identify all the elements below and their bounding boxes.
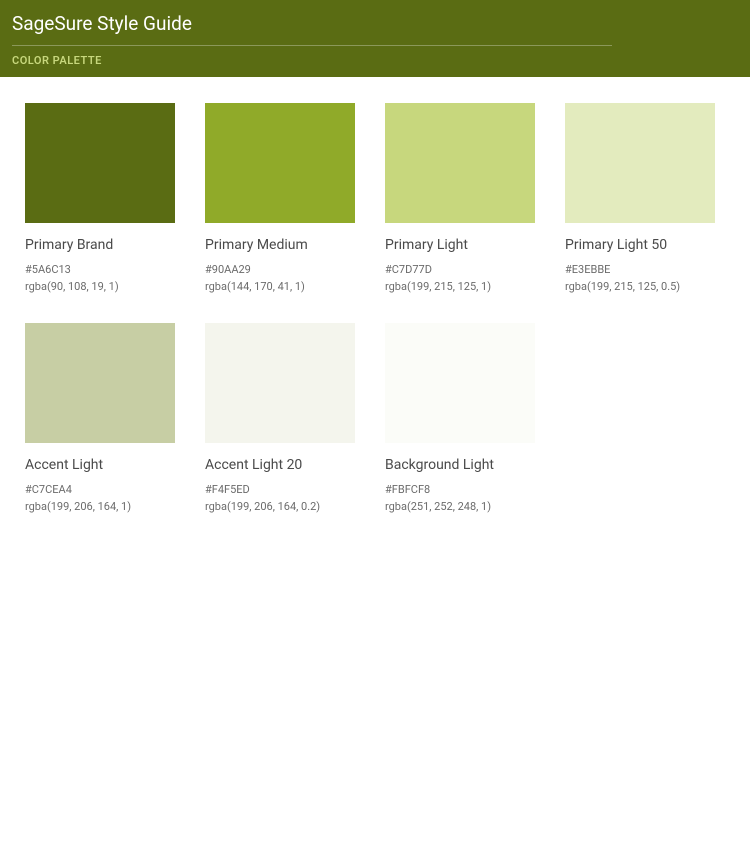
swatch-rgba: rgba(251, 252, 248, 1) (385, 500, 535, 513)
page-title: SageSure Style Guide (12, 12, 738, 45)
section-title: COLOR PALETTE (12, 54, 738, 67)
swatch-rgba: rgba(90, 108, 19, 1) (25, 280, 175, 293)
swatch-grid: Primary Brand #5A6C13 rgba(90, 108, 19, … (25, 103, 725, 513)
swatch-hex: #5A6C13 (25, 263, 175, 276)
swatch-hex: #F4F5ED (205, 483, 355, 496)
swatch-color (385, 103, 535, 223)
swatch-hex: #E3EBBE (565, 263, 715, 276)
swatch-name: Primary Brand (25, 237, 175, 253)
swatch-primary-light-50: Primary Light 50 #E3EBBE rgba(199, 215, … (565, 103, 715, 293)
swatch-name: Primary Medium (205, 237, 355, 253)
swatch-background-light: Background Light #FBFCF8 rgba(251, 252, … (385, 323, 535, 513)
header-divider (12, 45, 612, 46)
swatch-hex: #C7CEA4 (25, 483, 175, 496)
swatch-hex: #90AA29 (205, 263, 355, 276)
swatch-rgba: rgba(144, 170, 41, 1) (205, 280, 355, 293)
swatch-rgba: rgba(199, 215, 125, 1) (385, 280, 535, 293)
swatch-name: Background Light (385, 457, 535, 473)
swatch-primary-medium: Primary Medium #90AA29 rgba(144, 170, 41… (205, 103, 355, 293)
swatch-hex: #FBFCF8 (385, 483, 535, 496)
header: SageSure Style Guide COLOR PALETTE (0, 0, 750, 77)
swatch-primary-brand: Primary Brand #5A6C13 rgba(90, 108, 19, … (25, 103, 175, 293)
swatch-rgba: rgba(199, 206, 164, 0.2) (205, 500, 355, 513)
swatch-color (565, 103, 715, 223)
swatch-accent-light: Accent Light #C7CEA4 rgba(199, 206, 164,… (25, 323, 175, 513)
swatch-name: Accent Light 20 (205, 457, 355, 473)
swatch-name: Primary Light 50 (565, 237, 715, 253)
swatch-name: Primary Light (385, 237, 535, 253)
swatch-hex: #C7D77D (385, 263, 535, 276)
swatch-color (385, 323, 535, 443)
swatch-accent-light-20: Accent Light 20 #F4F5ED rgba(199, 206, 1… (205, 323, 355, 513)
swatch-color (205, 103, 355, 223)
swatch-rgba: rgba(199, 215, 125, 0.5) (565, 280, 715, 293)
content: Primary Brand #5A6C13 rgba(90, 108, 19, … (0, 77, 750, 539)
swatch-name: Accent Light (25, 457, 175, 473)
swatch-rgba: rgba(199, 206, 164, 1) (25, 500, 175, 513)
swatch-color (25, 323, 175, 443)
swatch-primary-light: Primary Light #C7D77D rgba(199, 215, 125… (385, 103, 535, 293)
swatch-color (205, 323, 355, 443)
swatch-color (25, 103, 175, 223)
